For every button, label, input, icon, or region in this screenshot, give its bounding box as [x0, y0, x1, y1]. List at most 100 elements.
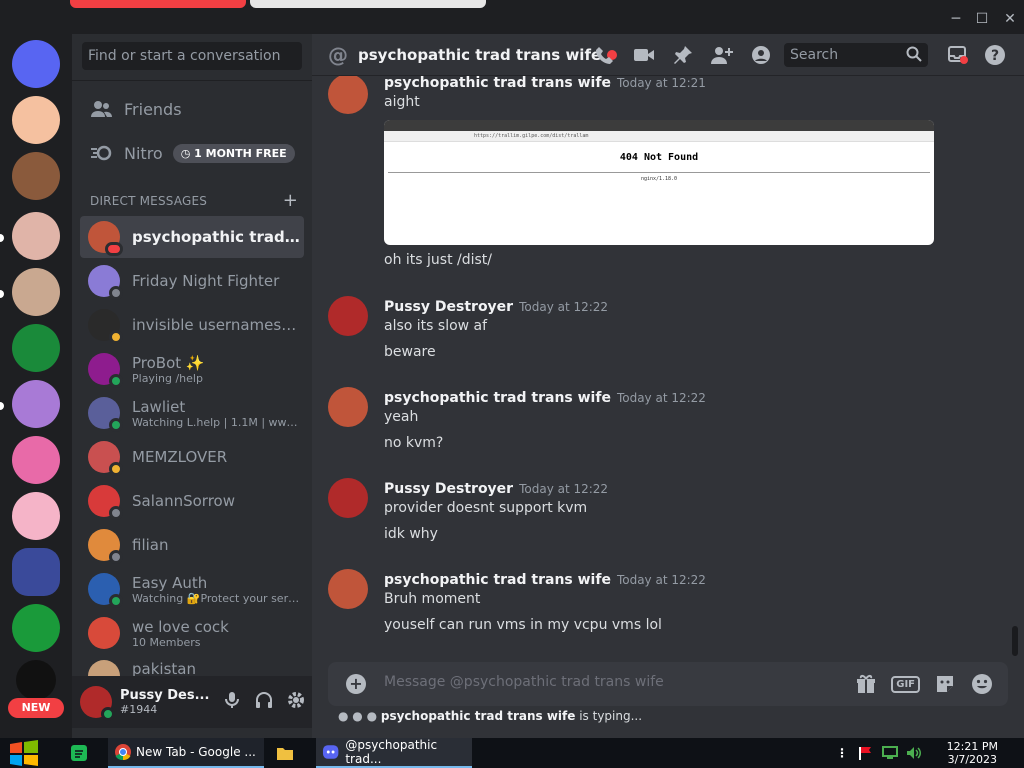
- settings-gear-icon[interactable]: [286, 690, 306, 710]
- scrollbar-thumb[interactable]: [1012, 626, 1018, 656]
- create-dm-button[interactable]: +: [283, 190, 298, 211]
- avatar: [88, 397, 123, 432]
- volume-tray-icon[interactable]: [906, 738, 926, 768]
- direct-messages-header: DIRECT MESSAGES +: [90, 190, 298, 211]
- divider: [72, 80, 312, 81]
- server-icon[interactable]: [12, 96, 60, 144]
- server-icon[interactable]: [12, 212, 60, 260]
- message-avatar[interactable]: [328, 296, 368, 336]
- search-input[interactable]: Search: [784, 43, 928, 67]
- dm-name: pakistan: [132, 660, 196, 676]
- gift-icon[interactable]: [855, 673, 877, 695]
- message-author[interactable]: psychopathic trad trans wife: [384, 390, 611, 406]
- chrome-taskbar-button[interactable]: New Tab - Google ...: [108, 738, 264, 768]
- server-icon[interactable]: [12, 152, 60, 200]
- sticker-icon[interactable]: [934, 673, 956, 695]
- message-author[interactable]: psychopathic trad trans wife: [384, 572, 611, 588]
- minimize-button[interactable]: ─: [942, 8, 970, 30]
- message-timestamp: Today at 12:22: [519, 300, 609, 314]
- group-dm-item[interactable]: we love cock 10 Members: [80, 612, 304, 654]
- nitro-nav-item[interactable]: Nitro ◷ 1 MONTH FREE: [80, 132, 304, 174]
- title-bar: ─ ☐ ✕: [0, 0, 1024, 34]
- dm-item[interactable]: pakistan: [80, 656, 304, 676]
- flag-tray-icon[interactable]: [858, 738, 878, 768]
- dm-item[interactable]: MEMZLOVER: [80, 436, 304, 478]
- message-author[interactable]: Pussy Destroyer: [384, 299, 513, 315]
- find-conversation-input[interactable]: Find or start a conversation: [82, 42, 302, 70]
- dm-name: filian: [132, 536, 169, 554]
- server-icon[interactable]: [12, 604, 60, 652]
- network-tray-icon[interactable]: [882, 738, 902, 768]
- message-text: idk why: [384, 526, 438, 542]
- video-call-icon[interactable]: [632, 44, 656, 66]
- dm-item[interactable]: SalannSorrow: [80, 480, 304, 522]
- user-profile-icon[interactable]: [750, 44, 772, 66]
- decorative-banner: [250, 0, 486, 8]
- maximize-button[interactable]: ☐: [968, 8, 996, 30]
- windows-logo-icon: [10, 740, 38, 766]
- unread-indicator: [0, 402, 4, 410]
- voice-call-icon[interactable]: [594, 44, 616, 66]
- message-list: psychopathic trad trans wife Today at 12:…: [312, 76, 1024, 656]
- dm-item[interactable]: ProBot ✨ Playing /help: [80, 348, 304, 390]
- spotify-taskbar-button[interactable]: [70, 738, 92, 768]
- message-author[interactable]: psychopathic trad trans wife: [384, 76, 611, 91]
- server-icon[interactable]: [12, 492, 60, 540]
- message-avatar[interactable]: [328, 569, 368, 609]
- avatar: [88, 441, 123, 476]
- inbox-icon[interactable]: [946, 44, 968, 66]
- message-avatar[interactable]: [328, 76, 368, 114]
- message-author[interactable]: Pussy Destroyer: [384, 481, 513, 497]
- home-button[interactable]: [12, 40, 60, 88]
- image-attachment[interactable]: https://trallim.gilpe.com/dist/trallam 4…: [384, 120, 934, 245]
- dm-name: MEMZLOVER: [132, 448, 228, 466]
- user-tag: #1944: [120, 703, 158, 716]
- dm-item[interactable]: psychopathic trad tra...: [80, 216, 304, 258]
- image-browser-bar: [384, 120, 934, 131]
- status-indicator: [109, 506, 123, 520]
- message-input[interactable]: Message @psychopathic trad trans wife: [384, 674, 664, 690]
- server-icon[interactable]: [12, 324, 60, 372]
- user-avatar[interactable]: [80, 686, 115, 721]
- server-icon[interactable]: [12, 268, 60, 316]
- message-avatar[interactable]: [328, 478, 368, 518]
- server-icon[interactable]: [12, 380, 60, 428]
- discord-icon: [322, 745, 339, 759]
- windows-start-button[interactable]: [8, 738, 46, 768]
- status-indicator: [109, 550, 123, 564]
- file-explorer-button[interactable]: [276, 738, 300, 768]
- help-icon[interactable]: ?: [984, 44, 1006, 66]
- emoji-icon[interactable]: [970, 672, 994, 696]
- microphone-icon[interactable]: [222, 690, 242, 710]
- message-timestamp: Today at 12:22: [519, 482, 609, 496]
- system-clock[interactable]: 12:21 PM 3/7/2023: [947, 740, 998, 766]
- gif-button[interactable]: GIF: [891, 675, 920, 693]
- avatar: [88, 660, 120, 676]
- dm-sidebar: Find or start a conversation Friends Nit…: [72, 34, 312, 738]
- avatar: [88, 309, 123, 344]
- friends-nav-item[interactable]: Friends: [80, 88, 304, 130]
- search-placeholder: Search: [790, 47, 839, 63]
- add-friend-icon[interactable]: [710, 44, 734, 66]
- status-indicator: [109, 418, 123, 432]
- server-icon[interactable]: [12, 436, 60, 484]
- dm-item[interactable]: filian: [80, 524, 304, 566]
- dm-item[interactable]: Lawliet Watching L.help | 1.1M | www.l...: [80, 392, 304, 434]
- dm-member-count: 10 Members: [132, 635, 201, 649]
- attach-plus-button[interactable]: +: [346, 674, 366, 694]
- dm-item[interactable]: invisible usernames ar...: [80, 304, 304, 346]
- channel-header: @ psychopathic trad trans wife Search ?: [312, 34, 1024, 76]
- discord-taskbar-button[interactable]: @psychopathic trad...: [316, 738, 472, 768]
- server-icon[interactable]: [16, 660, 56, 700]
- message-text: yeah: [384, 409, 419, 425]
- dm-item[interactable]: Easy Auth Watching 🔐Protect your serv...: [80, 568, 304, 610]
- dm-item[interactable]: Friday Night Fighter: [80, 260, 304, 302]
- headphones-icon[interactable]: [254, 690, 274, 710]
- pinned-messages-icon[interactable]: [672, 44, 694, 66]
- close-button[interactable]: ✕: [996, 8, 1024, 30]
- overflow-menu-icon[interactable]: ⋮: [836, 738, 848, 768]
- dm-activity: Watching L.help | 1.1M | www.l...: [132, 415, 300, 429]
- unread-indicator: [0, 234, 4, 242]
- server-icon[interactable]: [12, 548, 60, 596]
- message-avatar[interactable]: [328, 387, 368, 427]
